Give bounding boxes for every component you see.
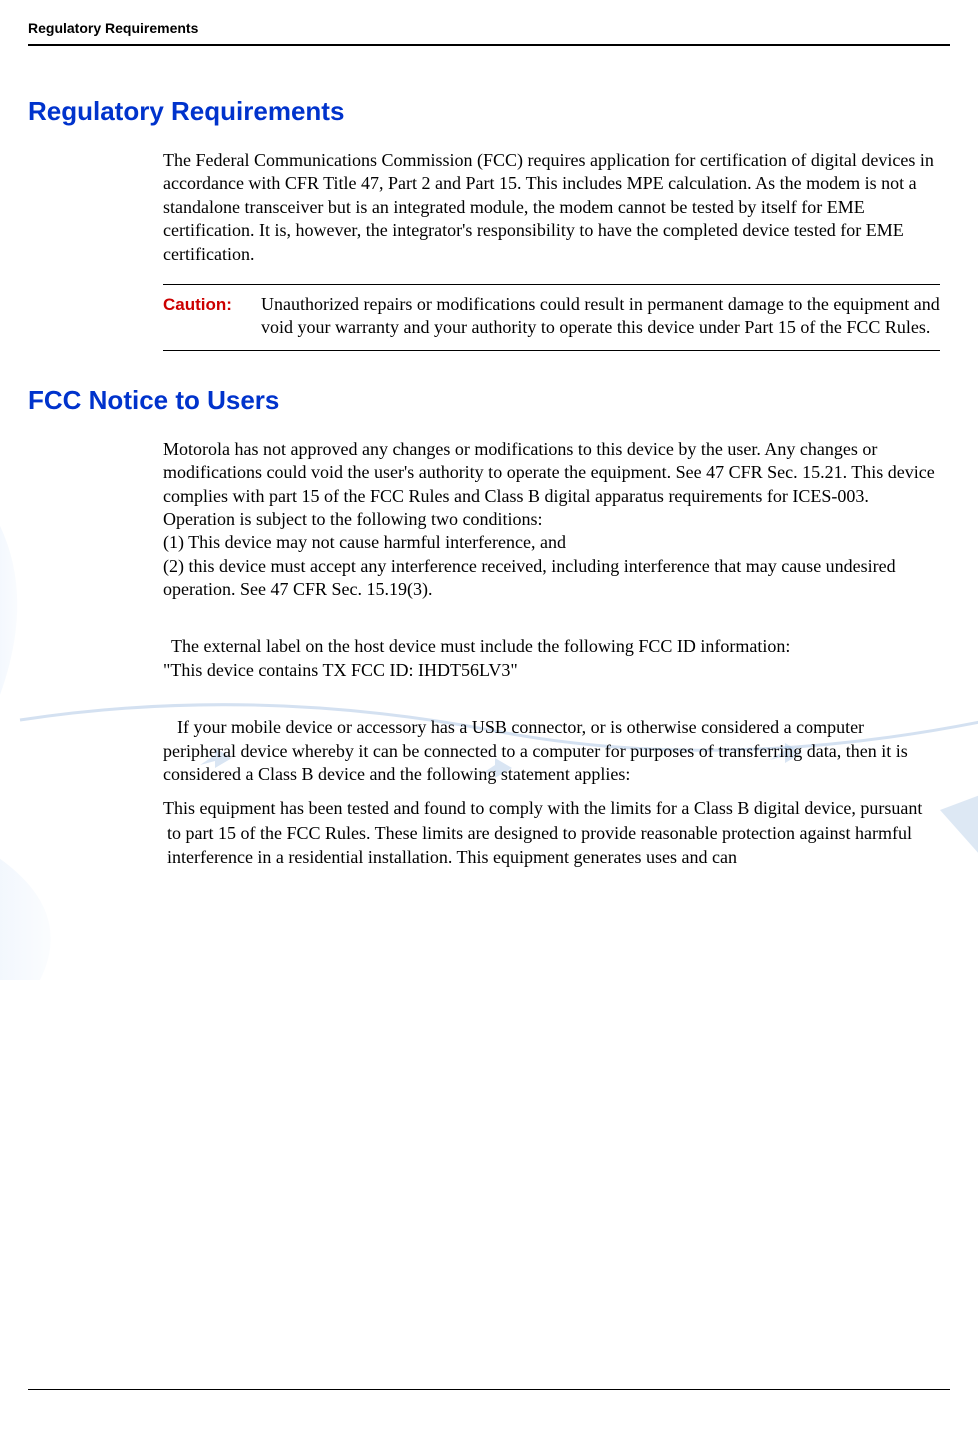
fcc-condition2: (2) this device must accept any interfer…: [163, 555, 940, 602]
fcc-label-line1: The external label on the host device mu…: [163, 635, 940, 658]
usb-statement: If your mobile device or accessory has a…: [163, 716, 940, 786]
fcc-condition1: (1) This device may not cause harmful in…: [163, 531, 940, 554]
footer-divider: [28, 1389, 950, 1390]
fcc-para1: Motorola has not approved any changes or…: [163, 438, 940, 532]
fcc-label-block: The external label on the host device mu…: [163, 635, 940, 682]
caution-bottom-rule: [163, 350, 940, 351]
compliance-text: This equipment has been tested and found…: [163, 796, 940, 868]
usb-statement-block: If your mobile device or accessory has a…: [163, 716, 940, 786]
header-divider: [28, 44, 950, 46]
section-fcc-title: FCC Notice to Users: [28, 385, 950, 416]
caution-block: Caution: Unauthorized repairs or modific…: [163, 284, 940, 351]
caution-top-rule: [163, 284, 940, 285]
compliance-block: This equipment has been tested and found…: [163, 796, 940, 868]
section-regulatory-title: Regulatory Requirements: [28, 96, 950, 127]
page-header-title: Regulatory Requirements: [28, 20, 950, 36]
caution-text: Unauthorized repairs or modifications co…: [261, 293, 940, 340]
caution-label: Caution:: [163, 293, 261, 340]
fcc-label-line2: "This device contains TX FCC ID: IHDT56L…: [163, 659, 940, 682]
regulatory-body-text: The Federal Communications Commission (F…: [163, 149, 940, 266]
